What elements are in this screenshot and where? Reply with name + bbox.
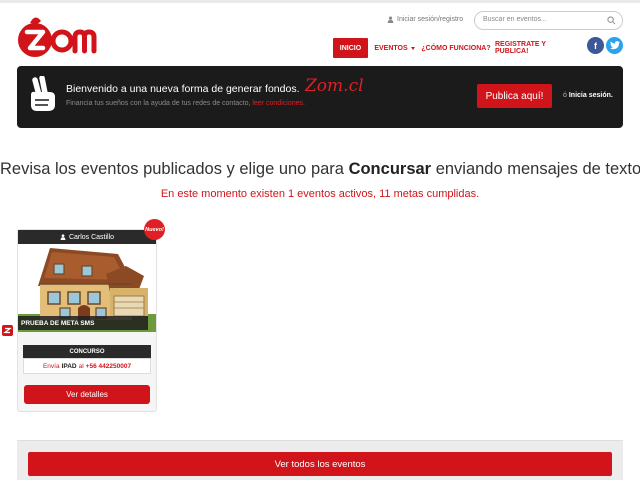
sms-mid: al [78,362,84,370]
top-divider [0,0,640,3]
peace-hand-icon [31,76,55,111]
search-box[interactable] [474,11,623,30]
nav-como-label: ¿CÓMO FUNCIONA? [421,44,491,52]
nav-inicio-label: INICIO [339,44,362,52]
caret-down-icon [410,46,415,50]
zom-logo[interactable] [14,10,98,62]
login-link[interactable]: Iniciar sesión/registro [387,16,463,23]
events-status: En este momento existen 1 eventos activo… [160,188,480,200]
nav-registrate[interactable]: REGISTRATE Y PUBLICA! [495,38,581,58]
sms-prefix: Envía [42,362,60,370]
sms-keyword: IPAD [61,362,77,370]
banner-subtitle: Financia tus sueños con la ayuda de tus … [66,100,305,107]
welcome-banner: Bienvenido a una nueva forma de generar … [17,66,623,128]
user-icon [387,16,394,23]
facebook-glyph: f [594,40,597,51]
user-icon [60,234,66,240]
headline-bold: Concursar [348,160,432,178]
event-type: CONCURSO [23,345,151,358]
all-events-button[interactable]: Ver todos los eventos [28,452,612,476]
nav-inicio[interactable]: INICIO [333,38,368,58]
twitter-bird-icon [609,41,620,50]
new-badge: Nuevo! [144,219,165,240]
zom-mini-logo-icon[interactable] [2,325,13,336]
nav-eventos-label: EVENTOS [374,44,408,52]
card-author-name: Carlos Castillo [68,233,115,241]
page-headline: Revisa los eventos publicados y elige un… [0,160,640,179]
twitter-icon[interactable] [606,37,623,54]
nav-como-funciona[interactable]: ¿CÓMO FUNCIONA? [421,38,491,58]
event-title: PRUEBA DE META SMS [18,316,148,330]
all-events-panel: Ver todos los eventos [17,440,623,480]
login-label: Iniciar sesión/registro [397,16,464,23]
nav-registrate-label: REGISTRATE Y PUBLICA! [495,41,546,55]
sms-instructions: Envía IPAD al +56 442250007 [23,358,151,374]
search-icon[interactable] [607,16,616,25]
banner-login-prefix: ó [563,92,567,99]
facebook-icon[interactable]: f [587,37,604,54]
banner-subtitle-text: Financia tus sueños con la ayuda de tus … [66,100,251,107]
sms-number: +56 442250007 [85,362,132,370]
nav-eventos[interactable]: EVENTOS [371,38,418,58]
banner-title: Bienvenido a una nueva forma de generar … [66,83,300,95]
banner-login-link[interactable]: Inicia sesión. [569,92,613,99]
search-input[interactable] [483,16,603,23]
publish-button[interactable]: Publica aquí! [477,84,552,108]
conditions-link[interactable]: leer condiciones. [252,100,305,107]
headline-part-2: enviando mensajes de texto. [435,160,640,178]
view-details-button[interactable]: Ver detalles [24,385,150,404]
event-card[interactable]: Carlos Castillo PRUEBA DE META SMS CONCU… [17,229,157,412]
headline-part-1: Revisa los eventos publicados y elige un… [0,160,344,178]
card-author: Carlos Castillo [18,230,156,244]
banner-brand-script: Zom.cl [305,76,364,96]
banner-login: ó Inicia sesión. [563,92,613,99]
